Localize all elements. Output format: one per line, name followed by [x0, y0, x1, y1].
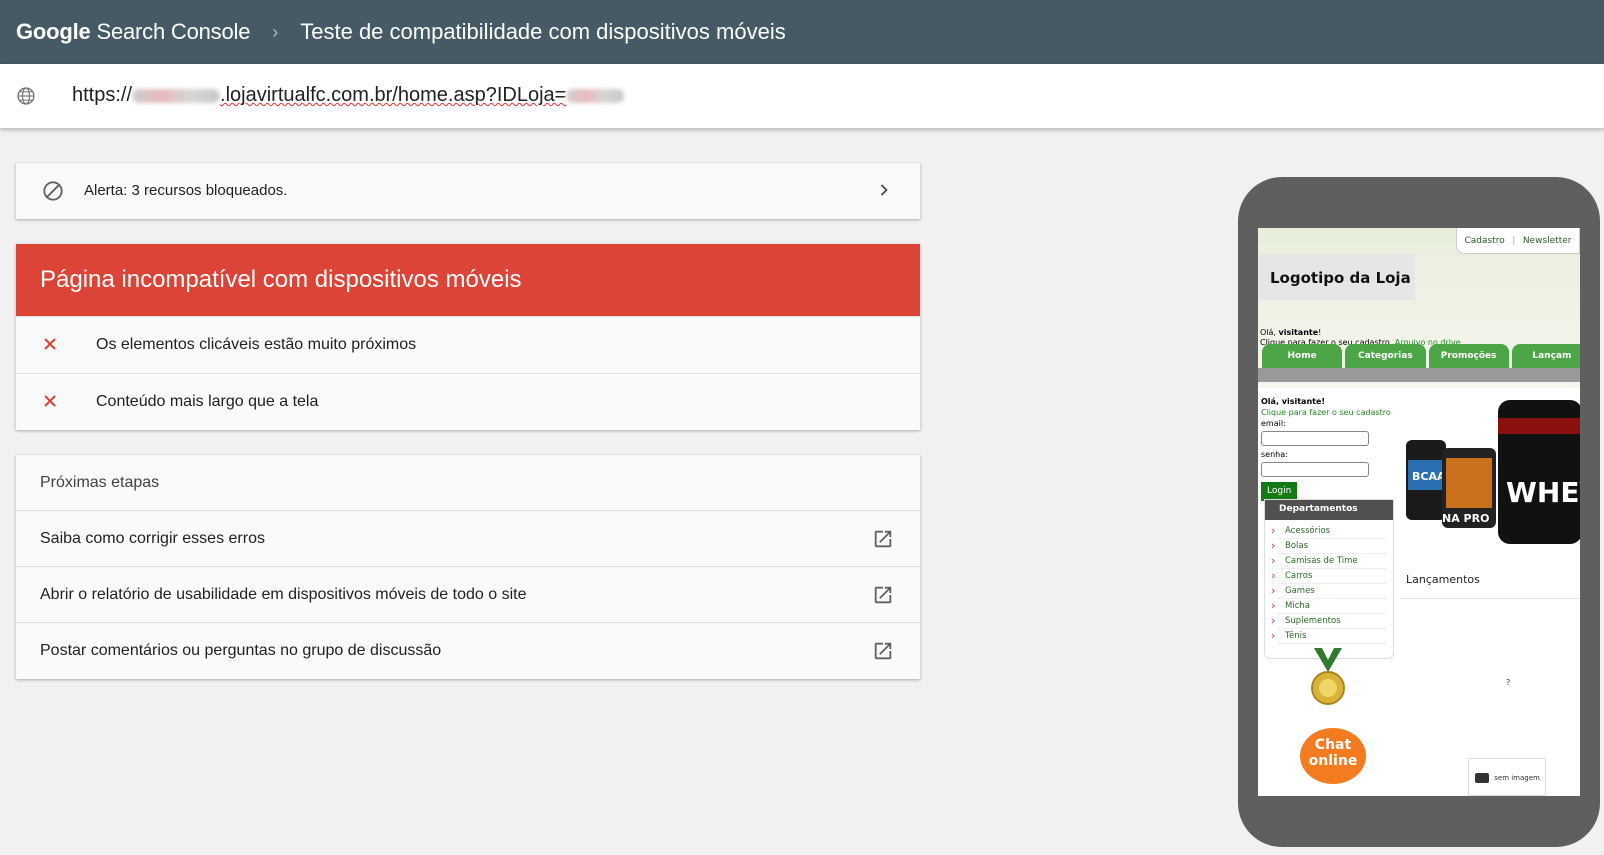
mobile-preview-screen[interactable]: Cadastro | Newsletter Logotipo da Loja O… — [1258, 228, 1580, 796]
next-step-label: Postar comentários ou perguntas no grupo… — [40, 642, 442, 659]
next-step-label: Saiba como corrigir esses erros — [40, 530, 265, 547]
close-icon — [44, 338, 56, 350]
department-item[interactable]: Carros — [1271, 568, 1387, 584]
result-title: Página incompatível com dispositivos móv… — [16, 244, 920, 316]
tested-url[interactable]: https:// .lojavirtualfc.com.br/home.asp?… — [72, 84, 625, 107]
login-register[interactable]: Clique para fazer o seu cadastro — [1261, 408, 1391, 417]
next-step-link[interactable]: Saiba como corrigir esses erros — [16, 510, 920, 566]
open-in-new-icon — [874, 586, 892, 604]
next-step-label: Abrir o relatório de usabilidade em disp… — [40, 586, 527, 603]
app-header: Google Search Console › Teste de compati… — [0, 0, 1604, 64]
redacted-subdomain — [132, 88, 221, 103]
chat-line1: Chat — [1314, 737, 1352, 753]
open-in-new-icon — [874, 642, 892, 660]
globe-icon — [17, 87, 35, 105]
store-login-box: Olá, visitante! Clique para fazer o seu … — [1261, 396, 1391, 501]
issue-text: Os elementos clicáveis estão muito próxi… — [96, 336, 417, 353]
close-icon — [44, 395, 56, 407]
url-bar: https:// .lojavirtualfc.com.br/home.asp?… — [0, 64, 1604, 128]
department-item[interactable]: Micha — [1271, 598, 1387, 614]
next-step-link[interactable]: Postar comentários ou perguntas no grupo… — [16, 622, 920, 678]
email-label: email: — [1261, 419, 1286, 428]
redacted-store-id — [566, 88, 625, 103]
greeting-user: visitante — [1278, 328, 1319, 337]
launches-divider — [1400, 598, 1580, 599]
issue-row: Conteúdo mais largo que a tela — [16, 373, 920, 430]
camera-icon — [1475, 773, 1489, 783]
product-banner-image: BCAA NA PRO WHEY — [1406, 400, 1580, 544]
no-image-placeholder: sem imagem — [1468, 758, 1546, 796]
department-item[interactable]: Camisas de Time — [1271, 553, 1387, 569]
store-link-newsletter[interactable]: Newsletter — [1523, 236, 1572, 246]
url-prefix: https:// — [72, 84, 133, 106]
product-label: WHEY — [1506, 476, 1580, 509]
next-step-link[interactable]: Abrir o relatório de usabilidade em disp… — [16, 566, 920, 622]
brand-google: Google — [16, 19, 91, 44]
store-logo: Logotipo da Loja — [1258, 254, 1415, 300]
issue-row: Os elementos clicáveis estão muito próxi… — [16, 316, 920, 373]
no-image-label: sem imagem — [1494, 774, 1540, 782]
medal-icon — [1311, 648, 1345, 705]
product-label: BCAA — [1412, 470, 1446, 483]
store-nav: Home Categorias Promoções Lançam — [1262, 344, 1580, 368]
breadcrumb-separator: › — [272, 21, 279, 42]
store-nav-bar — [1258, 368, 1580, 382]
login-greeting: Olá, visitante! — [1261, 397, 1326, 406]
chat-line2: online — [1308, 753, 1358, 769]
senha-label: senha: — [1261, 450, 1288, 459]
department-item[interactable]: Games — [1271, 583, 1387, 599]
brand-logo[interactable]: Google Search Console — [16, 19, 250, 45]
chevron-right-icon[interactable] — [874, 180, 894, 200]
launches-heading: Lançamentos — [1406, 573, 1480, 586]
next-steps-title: Próximas etapas — [40, 474, 160, 491]
store-top-links: Cadastro | Newsletter — [1456, 228, 1580, 254]
open-in-new-icon — [874, 530, 892, 548]
issue-text: Conteúdo mais largo que a tela — [96, 393, 319, 410]
department-item[interactable]: Bolas — [1271, 538, 1387, 554]
product-label: NA PRO — [1442, 512, 1489, 525]
email-field[interactable] — [1261, 431, 1369, 446]
department-item[interactable]: Acessórios — [1271, 523, 1387, 539]
blocked-icon — [43, 181, 63, 201]
store-tab-lancamentos[interactable]: Lançam — [1511, 344, 1580, 368]
store-tab-home[interactable]: Home — [1262, 344, 1343, 368]
next-steps-card: Próximas etapas Saiba como corrigir esse… — [16, 455, 920, 679]
greeting-prefix: Olá, — [1260, 328, 1279, 337]
url-domain: .lojavirtualfc.com.br/home.asp?IDLoja= — [220, 84, 567, 106]
department-item[interactable]: Suplementos — [1271, 613, 1387, 629]
greeting-suffix: ! — [1318, 328, 1322, 337]
department-item[interactable]: Tênis — [1271, 628, 1387, 644]
brand-product: Search Console — [96, 19, 251, 44]
store-tab-categorias[interactable]: Categorias — [1345, 344, 1426, 368]
store-tab-promocoes[interactable]: Promoções — [1428, 344, 1509, 368]
question-mark: ? — [1506, 678, 1511, 687]
page-title: Teste de compatibilidade com dispositivo… — [300, 19, 786, 44]
blocked-resources-alert[interactable]: Alerta: 3 recursos bloqueados. — [16, 163, 920, 219]
password-field[interactable] — [1261, 462, 1369, 477]
result-card: Página incompatível com dispositivos móv… — [16, 244, 920, 430]
store-link-cadastro[interactable]: Cadastro — [1465, 236, 1505, 246]
departments-menu: Departamentos Acessórios Bolas Camisas d… — [1264, 499, 1394, 659]
departments-title: Departamentos — [1265, 500, 1393, 520]
chat-online-button[interactable]: Chat online — [1300, 728, 1366, 784]
alert-text: Alerta: 3 recursos bloqueados. — [84, 182, 288, 199]
